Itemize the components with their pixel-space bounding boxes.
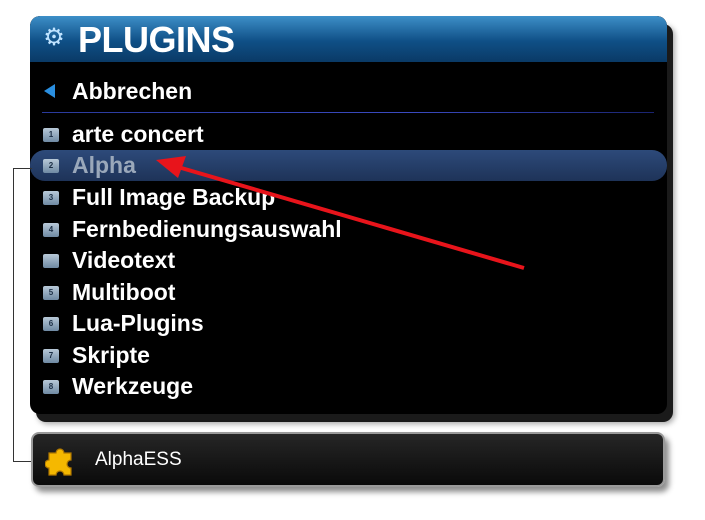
plugin-info-bar: AlphaESS xyxy=(31,432,665,487)
menu-item-full-image-backup[interactable]: 3 Full Image Backup xyxy=(30,182,667,213)
menu-item-label: arte concert xyxy=(72,121,204,147)
menu-item-label: Skripte xyxy=(72,342,150,368)
menu-item-videotext[interactable]: Videotext xyxy=(30,245,667,276)
menu-item-label: Multiboot xyxy=(72,279,176,305)
number-8-icon: 8 xyxy=(43,380,59,394)
puzzle-icon xyxy=(45,448,72,476)
menu-item-fernbedienungsauswahl[interactable]: 4 Fernbedienungsauswahl xyxy=(30,214,667,245)
menu-item-arte-concert[interactable]: 1 arte concert xyxy=(30,119,667,150)
blank-key-icon xyxy=(43,254,59,268)
menu-item-label: Full Image Backup xyxy=(72,184,276,210)
menu-item-label: Lua-Plugins xyxy=(72,310,204,336)
number-5-icon: 5 xyxy=(43,286,59,300)
menu-item-label: Fernbedienungsauswahl xyxy=(72,216,342,242)
menu-item-label: Alpha xyxy=(72,152,136,178)
number-4-icon: 4 xyxy=(43,223,59,237)
connector-bracket xyxy=(13,168,32,462)
cancel-item[interactable]: Abbrechen xyxy=(30,76,667,108)
number-1-icon: 1 xyxy=(43,128,59,142)
cancel-label: Abbrechen xyxy=(72,78,193,104)
plugins-menu-panel: ⚙ PLUGINS Abbrechen 1 arte concert 2 Alp… xyxy=(30,16,667,414)
number-6-icon: 6 xyxy=(43,317,59,331)
menu-item-skripte[interactable]: 7 Skripte xyxy=(30,340,667,371)
menu-item-alpha[interactable]: 2 Alpha xyxy=(30,150,667,181)
selected-plugin-name: AlphaESS xyxy=(95,449,182,470)
menu-item-label: Werkzeuge xyxy=(72,373,194,399)
left-arrow-icon xyxy=(44,84,55,98)
menu-header: ⚙ PLUGINS xyxy=(30,16,667,62)
number-3-icon: 3 xyxy=(43,191,59,205)
menu-item-werkzeuge[interactable]: 8 Werkzeuge xyxy=(30,371,667,402)
number-7-icon: 7 xyxy=(43,349,59,363)
page-title: PLUGINS xyxy=(78,19,235,60)
divider xyxy=(42,112,654,113)
menu-item-multiboot[interactable]: 5 Multiboot xyxy=(30,277,667,308)
menu-item-label: Videotext xyxy=(72,247,176,273)
gear-icon: ⚙ xyxy=(43,24,65,51)
number-2-icon: 2 xyxy=(43,159,59,173)
menu-item-lua-plugins[interactable]: 6 Lua-Plugins xyxy=(30,308,667,339)
